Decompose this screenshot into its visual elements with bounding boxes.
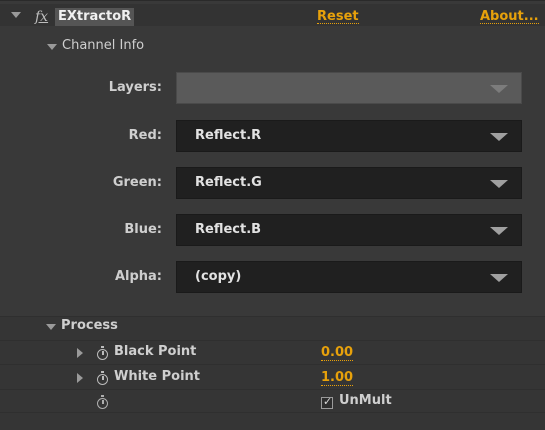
section-divider [0, 316, 545, 317]
alpha-value: (copy) [195, 269, 242, 284]
reset-link[interactable]: Reset [317, 10, 359, 24]
alpha-dropdown[interactable]: (copy) [176, 261, 522, 293]
unmult-checkbox[interactable]: ✓ [321, 395, 333, 409]
effect-name[interactable]: EXtractoR [55, 8, 135, 26]
effect-controls-panel: fx EXtractoR Reset About... Channel Info… [0, 0, 545, 430]
white-point-expand-icon[interactable] [77, 373, 83, 383]
dropdown-arrow-icon [490, 180, 508, 188]
blue-label: Blue: [124, 222, 162, 237]
dropdown-arrow-icon [490, 133, 508, 141]
unmult-label: UnMult [339, 393, 392, 408]
channel-info-triangle-icon[interactable] [47, 44, 57, 50]
stopwatch-icon[interactable] [97, 371, 108, 385]
green-value: Reflect.G [195, 175, 262, 190]
black-point-expand-icon[interactable] [77, 348, 83, 358]
white-point-label: White Point [114, 369, 200, 384]
checkmark-icon: ✓ [323, 395, 333, 408]
black-point-value[interactable]: 0.00 [321, 346, 354, 361]
dropdown-arrow-icon [490, 274, 508, 282]
black-point-label: Black Point [114, 344, 197, 359]
green-label: Green: [112, 175, 162, 190]
red-dropdown[interactable]: Reflect.R [176, 120, 522, 152]
about-link[interactable]: About... [480, 10, 539, 24]
process-title: Process [61, 318, 118, 333]
dropdown-arrow-icon [490, 85, 508, 93]
stopwatch-icon[interactable] [97, 346, 108, 360]
green-dropdown[interactable]: Reflect.G [176, 167, 522, 199]
stopwatch-icon[interactable] [97, 395, 108, 409]
effect-header: fx EXtractoR Reset About... [0, 4, 545, 26]
row-divider [0, 364, 545, 365]
blue-value: Reflect.B [195, 222, 262, 237]
effect-collapse-triangle-icon[interactable] [11, 12, 21, 18]
white-point-value[interactable]: 1.00 [321, 371, 354, 386]
fx-toggle[interactable]: fx [35, 9, 48, 25]
layers-label: Layers: [108, 80, 162, 95]
channel-info-title: Channel Info [62, 38, 145, 53]
row-divider [0, 340, 545, 341]
red-label: Red: [128, 128, 162, 143]
row-divider [0, 412, 545, 413]
dropdown-arrow-icon [490, 227, 508, 235]
layers-dropdown [176, 72, 522, 104]
red-value: Reflect.R [195, 128, 262, 143]
process-triangle-icon[interactable] [46, 324, 56, 330]
panel-top-border [0, 0, 545, 1]
row-divider [0, 389, 545, 390]
blue-dropdown[interactable]: Reflect.B [176, 214, 522, 246]
alpha-label: Alpha: [114, 269, 162, 284]
